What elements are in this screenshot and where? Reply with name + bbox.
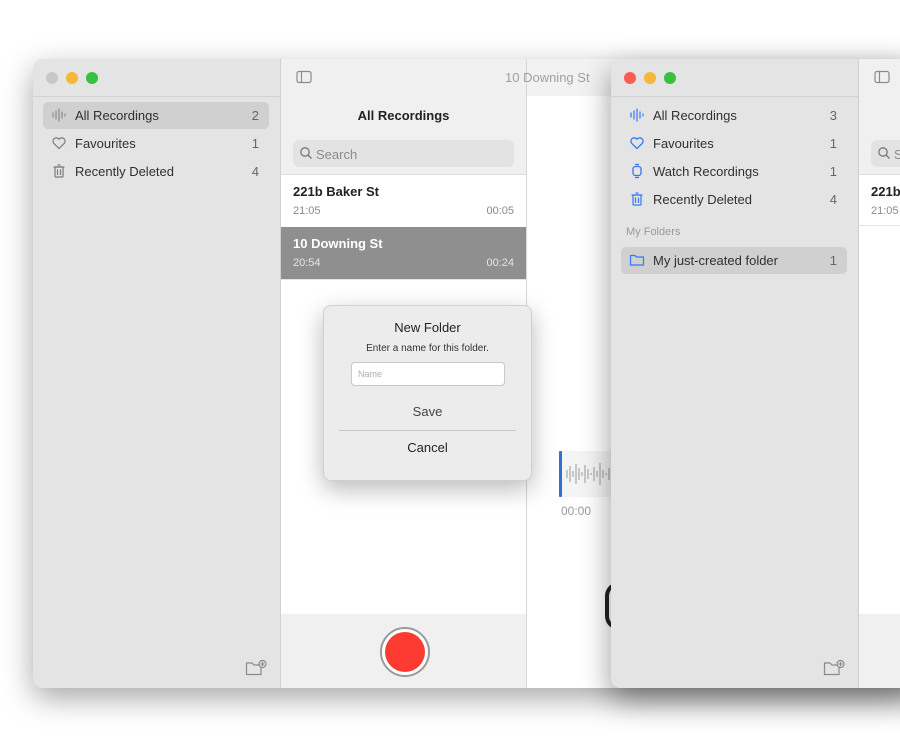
- sidebar-item-all-recordings[interactable]: All Recordings 2: [43, 102, 269, 129]
- watch-icon: [629, 163, 645, 179]
- sidebar-item-count: 1: [829, 164, 837, 179]
- sidebar-item-favourites[interactable]: Favourites 1: [621, 130, 847, 157]
- trash-icon: [629, 191, 645, 207]
- heart-icon: [51, 135, 67, 151]
- folder-icon: [629, 252, 645, 268]
- recording-title: 221b: [871, 184, 900, 199]
- sidebar-item-label: My just-created folder: [653, 253, 778, 268]
- list-header: Se: [859, 59, 900, 175]
- sidebar-item-recently-deleted[interactable]: Recently Deleted 4: [621, 186, 847, 213]
- zoom-button[interactable]: [664, 72, 676, 84]
- sidebar-item-watch-recordings[interactable]: Watch Recordings 1: [621, 158, 847, 185]
- sidebar-toggle-icon[interactable]: [296, 70, 312, 84]
- playhead-time: 00:00: [561, 504, 592, 518]
- minimize-button[interactable]: [644, 72, 656, 84]
- sidebar-toggle-icon[interactable]: [874, 70, 890, 84]
- search-placeholder: Se: [894, 147, 900, 162]
- close-button[interactable]: [46, 72, 58, 84]
- minimize-button[interactable]: [66, 72, 78, 84]
- sidebar-item-count: 2: [251, 108, 259, 123]
- sidebar: All Recordings 2 Favourites 1 Recently D…: [33, 59, 281, 688]
- sidebar-item-label: Recently Deleted: [653, 192, 752, 207]
- record-button[interactable]: [380, 627, 430, 677]
- sidebar-item-label: All Recordings: [653, 108, 737, 123]
- sidebar-item-recently-deleted[interactable]: Recently Deleted 4: [43, 158, 269, 185]
- window-title-text: 10 Downing St: [505, 70, 590, 85]
- sidebar-item-my-just-created-folder[interactable]: My just-created folder 1: [621, 247, 847, 274]
- title-bar: [611, 59, 858, 97]
- sidebar-item-count: 1: [829, 136, 837, 151]
- sidebar-item-favourites[interactable]: Favourites 1: [43, 130, 269, 157]
- cancel-button[interactable]: Cancel: [324, 440, 531, 455]
- sidebar-item-count: 4: [251, 164, 259, 179]
- search-input[interactable]: Se: [871, 140, 900, 167]
- close-button[interactable]: [624, 72, 636, 84]
- recording-title: 10 Downing St: [293, 236, 383, 251]
- search-icon: [299, 146, 313, 160]
- waveform-view[interactable]: [559, 451, 619, 497]
- record-dot: [385, 632, 425, 672]
- playhead[interactable]: [559, 451, 562, 497]
- recording-date: 20:54: [293, 257, 321, 269]
- new-folder-icon[interactable]: [823, 659, 845, 677]
- list-item[interactable]: 221b Baker St 21:05 00:05: [281, 175, 526, 228]
- folder-name-input[interactable]: Name: [351, 362, 505, 386]
- recording-duration: 00:24: [486, 257, 514, 269]
- heart-icon: [629, 135, 645, 151]
- recording-date: 21:05: [293, 205, 321, 217]
- sidebar-item-label: Favourites: [75, 136, 136, 151]
- sidebar-item-count: 4: [829, 192, 837, 207]
- recordings-list-panel: Se 221b 21:05: [859, 59, 900, 688]
- sidebar-item-label: Recently Deleted: [75, 164, 174, 179]
- new-folder-dialog: New Folder Enter a name for this folder.…: [323, 305, 532, 481]
- title-bar: [33, 59, 280, 97]
- sidebar-item-label: Watch Recordings: [653, 164, 759, 179]
- recording-title: 221b Baker St: [293, 184, 379, 199]
- sidebar-item-count: 3: [829, 108, 837, 123]
- list-item[interactable]: 221b 21:05: [859, 175, 900, 226]
- section-header-my-folders: My Folders: [626, 226, 681, 238]
- sidebar-item-count: 1: [251, 136, 259, 151]
- list-header: All Recordings Search: [281, 59, 526, 175]
- record-bar: [859, 614, 900, 688]
- divider: [339, 430, 516, 431]
- search-input[interactable]: Search: [293, 140, 514, 167]
- waveform-icon: [51, 107, 67, 123]
- sidebar: All Recordings 3 Favourites 1 Watch Reco…: [611, 59, 859, 688]
- record-bar: [281, 614, 526, 688]
- folder-name-placeholder: Name: [358, 369, 383, 379]
- save-button[interactable]: Save: [324, 404, 531, 419]
- search-placeholder: Search: [316, 147, 358, 162]
- zoom-button[interactable]: [86, 72, 98, 84]
- sidebar-item-count: 1: [829, 253, 837, 268]
- sidebar-item-label: All Recordings: [75, 108, 159, 123]
- new-folder-icon[interactable]: [245, 659, 267, 677]
- sidebar-item-label: Favourites: [653, 136, 714, 151]
- search-icon: [877, 146, 891, 160]
- trash-icon: [51, 163, 67, 179]
- waveform-icon: [629, 107, 645, 123]
- dialog-title: New Folder: [394, 320, 461, 335]
- sidebar-item-all-recordings[interactable]: All Recordings 3: [621, 102, 847, 129]
- recording-duration: 00:05: [486, 205, 514, 217]
- list-title: All Recordings: [357, 108, 450, 123]
- voice-memos-window-second: All Recordings 3 Favourites 1 Watch Reco…: [611, 59, 900, 688]
- recording-date: 21:05: [871, 205, 899, 217]
- dialog-message: Enter a name for this folder.: [366, 343, 489, 354]
- list-item-selected[interactable]: 10 Downing St 20:54 00:24: [281, 227, 526, 280]
